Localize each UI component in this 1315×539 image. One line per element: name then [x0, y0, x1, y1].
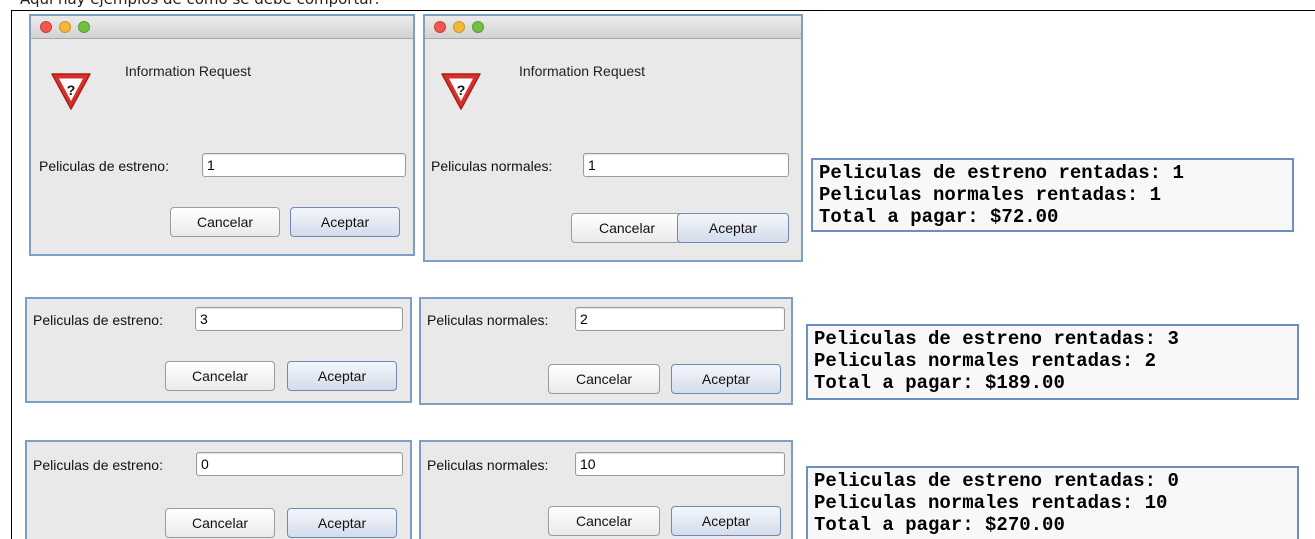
- question-warning-triangle-icon: ?: [441, 73, 481, 110]
- output-line-normales: Peliculas normales rentadas: 1: [819, 184, 1162, 206]
- accept-button[interactable]: Aceptar: [677, 213, 789, 243]
- accept-button[interactable]: Aceptar: [290, 207, 400, 237]
- minimize-light-icon[interactable]: [59, 21, 71, 33]
- estreno-input[interactable]: [202, 153, 406, 177]
- cancel-button[interactable]: Cancelar: [165, 508, 275, 538]
- intro-text: Aquí hay ejemplos de como se debe compor…: [20, 0, 380, 8]
- accept-button[interactable]: Aceptar: [287, 361, 397, 391]
- svg-text:?: ?: [457, 82, 466, 98]
- normales-input[interactable]: [575, 452, 785, 476]
- estreno-label: Peliculas de estreno:: [33, 312, 163, 328]
- cancel-button[interactable]: Cancelar: [165, 361, 275, 391]
- output-line-estreno: Peliculas de estreno rentadas: 1: [819, 162, 1184, 184]
- output-line-total: Total a pagar: $72.00: [819, 206, 1059, 228]
- cancel-button[interactable]: Cancelar: [548, 506, 660, 536]
- console-output-1: Peliculas de estreno rentadas: 1 Pelicul…: [811, 158, 1294, 232]
- console-output-3: Peliculas de estreno rentadas: 0 Pelicul…: [806, 466, 1299, 539]
- output-line-estreno: Peliculas de estreno rentadas: 0: [814, 470, 1179, 492]
- window-titlebar: [425, 16, 801, 39]
- output-line-total: Total a pagar: $270.00: [814, 514, 1065, 536]
- frame-divider-top: [11, 10, 1315, 11]
- dialog-estreno-1: ? Information Request Peliculas de estre…: [29, 14, 415, 256]
- estreno-label: Peliculas de estreno:: [39, 158, 169, 174]
- estreno-input[interactable]: [195, 307, 403, 331]
- normales-input[interactable]: [575, 307, 785, 331]
- dialog-normales-2: Peliculas normales: Cancelar Aceptar: [419, 297, 793, 405]
- estreno-input[interactable]: [196, 452, 403, 476]
- close-light-icon[interactable]: [40, 21, 52, 33]
- estreno-label: Peliculas de estreno:: [33, 457, 163, 473]
- output-line-total: Total a pagar: $189.00: [814, 372, 1065, 394]
- normales-label: Peliculas normales:: [427, 312, 549, 328]
- normales-label: Peliculas normales:: [431, 158, 553, 174]
- window-titlebar: [31, 16, 413, 39]
- dialog-normales-1: ? Information Request Peliculas normales…: [423, 14, 803, 262]
- cancel-button[interactable]: Cancelar: [571, 213, 683, 243]
- dialog-title: Information Request: [519, 63, 646, 79]
- normales-input[interactable]: [583, 153, 789, 177]
- dialog-normales-3: Peliculas normales: Cancelar Aceptar: [419, 440, 793, 539]
- minimize-light-icon[interactable]: [453, 21, 465, 33]
- dialog-estreno-3: Peliculas de estreno: Cancelar Aceptar: [25, 440, 412, 539]
- output-line-estreno: Peliculas de estreno rentadas: 3: [814, 328, 1179, 350]
- dialog-estreno-2: Peliculas de estreno: Cancelar Aceptar: [25, 297, 412, 403]
- accept-button[interactable]: Aceptar: [287, 508, 397, 538]
- question-warning-triangle-icon: ?: [51, 73, 91, 110]
- cancel-button[interactable]: Cancelar: [548, 364, 660, 394]
- svg-text:?: ?: [67, 82, 76, 98]
- console-output-2: Peliculas de estreno rentadas: 3 Pelicul…: [806, 324, 1299, 400]
- close-light-icon[interactable]: [434, 21, 446, 33]
- zoom-light-icon[interactable]: [78, 21, 90, 33]
- dialog-title: Information Request: [125, 63, 252, 79]
- frame-divider-left: [11, 10, 12, 539]
- normales-label: Peliculas normales:: [427, 457, 549, 473]
- zoom-light-icon[interactable]: [472, 21, 484, 33]
- accept-button[interactable]: Aceptar: [671, 364, 781, 394]
- output-line-normales: Peliculas normales rentadas: 10: [814, 492, 1168, 514]
- accept-button[interactable]: Aceptar: [671, 506, 781, 536]
- cancel-button[interactable]: Cancelar: [170, 207, 280, 237]
- output-line-normales: Peliculas normales rentadas: 2: [814, 350, 1157, 372]
